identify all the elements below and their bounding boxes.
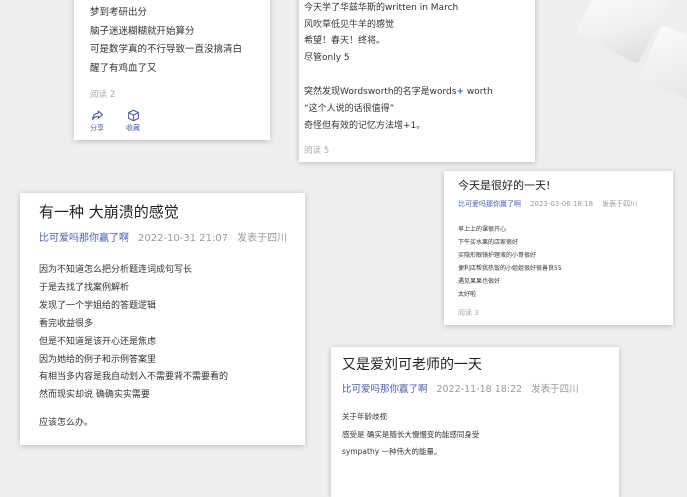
author-link[interactable]: 比可爱吗那你赢了啊 bbox=[39, 233, 129, 244]
post-line: 太好啦 bbox=[458, 291, 477, 299]
post-line: 看完收益很多 bbox=[39, 318, 94, 329]
post-line: 因为她给的例子和示例答案里 bbox=[39, 354, 157, 365]
post-line: 今天学了华兹华斯的written in March bbox=[304, 3, 459, 13]
post-line: 风吹草低见牛羊的感觉 bbox=[304, 19, 395, 30]
post-card[interactable]: 梦到考研出分 脑子迷迷糊糊就开始算分 可是数学真的不行导致一直没搞清白 醒了有鸡… bbox=[74, 0, 270, 140]
plus-icon: + bbox=[456, 87, 464, 98]
post-line: 脑子迷迷糊糊就开始算分 bbox=[90, 25, 195, 37]
post-meta: 比可爱吗那你赢了啊 2022-10-31 21:07 发表于四川 bbox=[39, 229, 305, 244]
share-label: 分享 bbox=[90, 124, 104, 132]
share-icon bbox=[91, 110, 103, 121]
post-line: 梦到考研出分 bbox=[90, 7, 148, 18]
post-line: 奇怪但有效的记忆方法增+1。 bbox=[304, 120, 426, 131]
post-location: 发表于四川 bbox=[531, 384, 579, 395]
post-meta: 比可爱吗那你赢了啊 2022-11-18 18:22 发表于四川 bbox=[342, 381, 619, 395]
post-line-text: 突然发现Wordsworth的名字是words bbox=[304, 87, 457, 98]
post-line: 关于年龄歧视 bbox=[342, 412, 387, 421]
cube-icon bbox=[127, 109, 139, 122]
post-body: 因为不知道怎么把分析题连词成句写长 于是去找了找案例解析 发现了一个学姐给的答题… bbox=[39, 262, 305, 433]
post-location: 发表于四川 bbox=[237, 233, 288, 244]
post-line: 于是去找了找案例解析 bbox=[39, 282, 130, 293]
read-count: 阅读 5 bbox=[304, 146, 330, 157]
post-actions: 分享 收藏 bbox=[90, 109, 270, 133]
post-card[interactable]: 今天是很好的一天! 比可爱吗那你赢了啊 2023-03-06 18:18 发表于四川… bbox=[444, 171, 673, 325]
post-line: 突然发现Wordsworth的名字是words+ worth bbox=[304, 84, 535, 101]
collect-label: 收藏 bbox=[126, 124, 140, 132]
post-location: 发表于四川 bbox=[602, 200, 638, 208]
post-title[interactable]: 又是爱刘可老师的一天 bbox=[342, 355, 619, 375]
post-line: 有相当多内容是我自动划入不需要背不需要看的 bbox=[39, 372, 229, 383]
author-link[interactable]: 比可爱吗那你赢了啊 bbox=[458, 200, 521, 208]
post-line-text: worth bbox=[463, 87, 493, 98]
collect-button[interactable]: 收藏 bbox=[126, 109, 140, 133]
post-line: 便利店帮我热饭的小姐姐很好很善良55 bbox=[458, 265, 562, 273]
post-card[interactable]: 今天学了华兹华斯的written in March 风吹草低见牛羊的感觉 希望！… bbox=[299, 0, 535, 162]
post-line: 买隐形眼镜护理液的小哥很好 bbox=[458, 252, 537, 260]
post-title[interactable]: 有一种 大崩溃的感觉 bbox=[39, 201, 305, 223]
post-line: 可是数学真的不行导致一直没搞清白 bbox=[90, 44, 243, 55]
post-date: 2022-10-31 21:07 bbox=[138, 233, 229, 244]
post-line: 醒了有鸡血了又 bbox=[90, 62, 157, 74]
post-line: 然而现实却说 确确实实需要 bbox=[39, 390, 150, 401]
read-count: 阅读 2 bbox=[90, 90, 116, 100]
post-body: 早上上的课很开心 下午买水果的店家很好 买隐形眼镜护理液的小哥很好 便利店帮我热… bbox=[458, 223, 673, 302]
post-line: 因为不知道怎么把分析题连词成句写长 bbox=[39, 265, 193, 275]
post-line: “这个人说的话很值得” bbox=[304, 103, 395, 114]
share-button[interactable]: 分享 bbox=[90, 109, 104, 133]
post-line: 下午买水果的店家很好 bbox=[458, 239, 519, 247]
post-line: 尽管only 5 bbox=[304, 52, 350, 63]
post-date: 2022-11-18 18:22 bbox=[436, 384, 523, 395]
post-line: sympathy 一种伟大的能量。 bbox=[342, 447, 442, 456]
post-line: 希望！春天！终将。 bbox=[304, 36, 386, 47]
post-meta: 比可爱吗那你赢了啊 2023-03-06 18:18 发表于四川 bbox=[458, 199, 673, 209]
author-link[interactable]: 比可爱吗那你赢了啊 bbox=[342, 384, 428, 395]
post-title[interactable]: 今天是很好的一天! bbox=[458, 178, 673, 194]
post-line: 应该怎么办。 bbox=[39, 418, 94, 429]
post-body: 关于年龄歧视 感受是 确实是随长大慢慢变的能感同身受 sympathy 一种伟大… bbox=[342, 408, 619, 461]
post-line: 早上上的课很开心 bbox=[458, 226, 507, 233]
post-line: 遇见果果也很好 bbox=[458, 278, 501, 286]
post-date: 2023-03-06 18:18 bbox=[530, 200, 594, 208]
post-line: 发现了一个学姐给的答题逻辑 bbox=[39, 300, 157, 311]
read-count: 阅读 3 bbox=[458, 308, 479, 317]
post-card[interactable]: 又是爱刘可老师的一天 比可爱吗那你赢了啊 2022-11-18 18:22 发表于四… bbox=[331, 347, 619, 497]
post-line: 感受是 确实是随长大慢慢变的能感同身受 bbox=[342, 429, 480, 439]
post-card[interactable]: 有一种 大崩溃的感觉 比可爱吗那你赢了啊 2022-10-31 21:07 发表于四… bbox=[20, 193, 305, 445]
post-line: 但是不知道是该开心还是焦虑 bbox=[39, 336, 157, 347]
